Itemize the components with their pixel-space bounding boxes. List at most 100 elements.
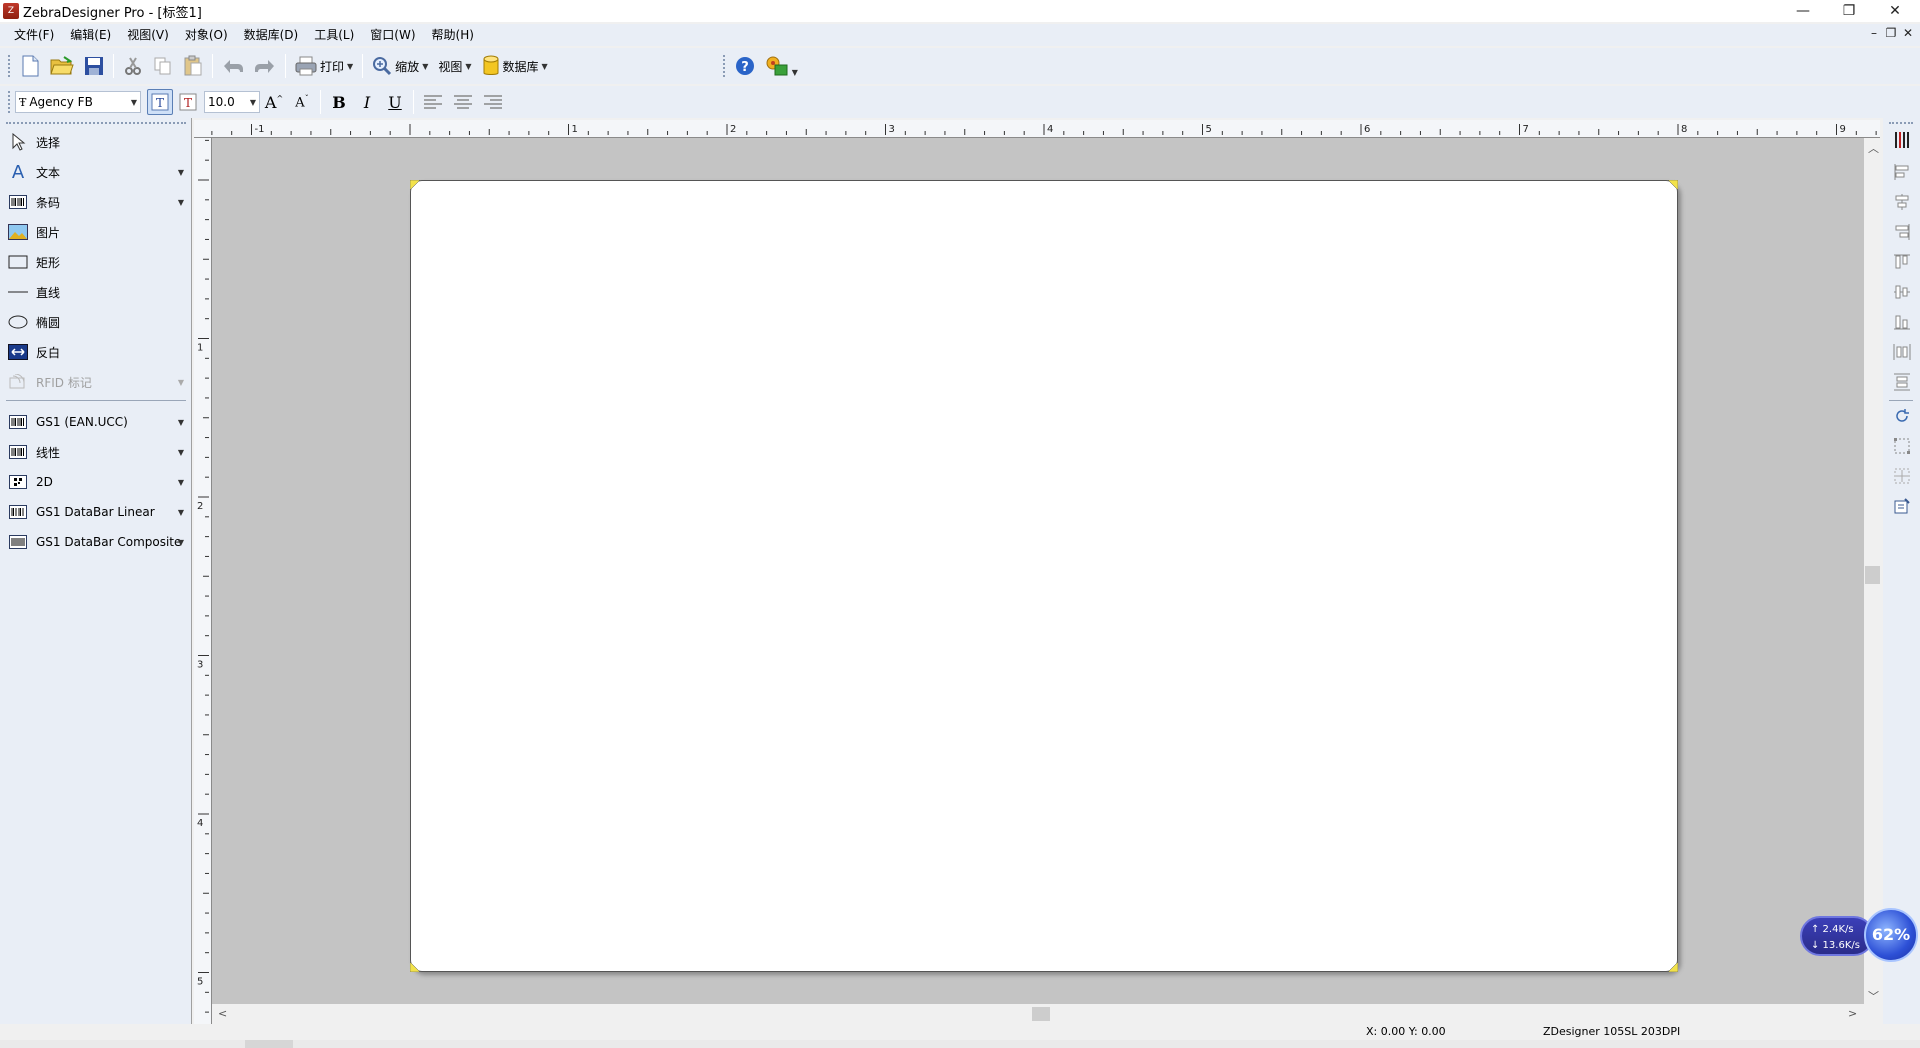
menu-help[interactable]: 帮助(H) — [424, 24, 482, 46]
restore-button[interactable]: ❐ — [1826, 0, 1872, 22]
save-button[interactable] — [80, 53, 108, 79]
properties-button[interactable] — [1892, 496, 1912, 516]
italic-button[interactable]: I — [354, 89, 380, 115]
barcode-gs1-databar-linear[interactable]: GS1 DataBar Linear ▼ — [4, 498, 188, 526]
cut-button[interactable] — [119, 53, 147, 79]
scroll-up-icon[interactable]: ︿ — [1868, 140, 1879, 156]
tool-picture[interactable]: 图片 — [4, 218, 188, 246]
menu-object[interactable]: 对象(O) — [177, 24, 236, 46]
text-a-icon: A — [11, 161, 25, 183]
mdi-restore-button[interactable]: ❐ — [1883, 26, 1899, 40]
align-left-button[interactable] — [419, 89, 447, 115]
tool-select[interactable]: 选择 — [4, 128, 188, 156]
font-select[interactable]: Ŧ Agency FB ▼ — [15, 91, 141, 113]
menu-file[interactable]: 文件(F) — [6, 24, 62, 46]
tool-rectangle[interactable]: 矩形 — [4, 248, 188, 276]
design-canvas[interactable] — [212, 138, 1864, 1004]
distribute-horizontal-button[interactable] — [1892, 342, 1912, 362]
memory-usage-ball[interactable]: 62% — [1864, 908, 1918, 962]
new-button[interactable] — [16, 53, 44, 79]
align-right-button[interactable] — [479, 89, 507, 115]
chevron-down-icon[interactable]: ▼ — [178, 508, 184, 517]
chevron-down-icon[interactable]: ▼ — [178, 538, 184, 547]
menu-edit[interactable]: 编辑(E) — [62, 24, 119, 46]
horizontal-scrollbar[interactable]: < > — [212, 1004, 1864, 1024]
chevron-down-icon[interactable]: ▼ — [465, 62, 471, 71]
font-size-select[interactable]: 10.0 ▼ — [204, 91, 260, 113]
chevron-down-icon[interactable]: ▼ — [178, 168, 184, 177]
open-button[interactable] — [46, 53, 78, 79]
align-horizontal-center-button[interactable] — [1892, 192, 1912, 212]
align-top-edges-button[interactable] — [1892, 252, 1912, 272]
network-speed-widget[interactable]: ↑ 2.4K/s ↓ 13.6K/s 62% — [1800, 908, 1918, 962]
bold-button[interactable]: B — [326, 89, 352, 115]
align-bottom-edges-button[interactable] — [1892, 312, 1912, 332]
toolbar-grip[interactable] — [8, 55, 11, 77]
chevron-down-icon[interactable]: ▼ — [542, 62, 548, 71]
align-vertical-center-button[interactable] — [1892, 282, 1912, 302]
toolbar-grip[interactable] — [1889, 122, 1913, 124]
help-button[interactable]: ? — [731, 53, 759, 79]
barcode-gs1[interactable]: GS1 (EAN.UCC) ▼ — [4, 408, 188, 436]
toolbar-grip[interactable] — [722, 55, 726, 77]
toolbar-grip[interactable] — [8, 91, 11, 113]
scroll-right-icon[interactable]: > — [1848, 1007, 1857, 1020]
copy-button[interactable] — [149, 53, 177, 79]
addins-button[interactable]: ▼ — [761, 53, 802, 79]
chevron-down-icon[interactable]: ▼ — [178, 478, 184, 487]
tool-text[interactable]: A 文本 ▼ — [4, 158, 188, 186]
object-list-button[interactable] — [1892, 130, 1912, 150]
print-button[interactable]: 打印 ▼ — [291, 53, 357, 79]
printer-font-toggle[interactable]: T — [147, 89, 173, 115]
chevron-down-icon[interactable]: ▼ — [178, 448, 184, 457]
toolbox-grip[interactable] — [6, 122, 186, 125]
label-sheet[interactable] — [410, 180, 1678, 972]
ungroup-button[interactable] — [1892, 466, 1912, 486]
distribute-vertical-button[interactable] — [1892, 372, 1912, 392]
database-button[interactable]: 数据库 ▼ — [478, 53, 552, 79]
menu-tools[interactable]: 工具(L) — [306, 24, 362, 46]
tool-barcode[interactable]: 条码 ▼ — [4, 188, 188, 216]
mdi-close-button[interactable]: ✕ — [1900, 26, 1916, 40]
mdi-minimize-button[interactable]: – — [1866, 26, 1882, 40]
minimize-button[interactable]: — — [1780, 0, 1826, 22]
zoom-button[interactable]: 缩放 ▼ — [368, 53, 432, 79]
close-button[interactable]: ✕ — [1872, 0, 1918, 22]
align-center-button[interactable] — [449, 89, 477, 115]
tool-inverse[interactable]: 反白 — [4, 338, 188, 366]
decrease-font-button[interactable]: Aˇ — [289, 89, 315, 115]
redo-button[interactable] — [250, 53, 280, 79]
chevron-down-icon[interactable]: ▼ — [178, 198, 184, 207]
chevron-down-icon[interactable]: ▼ — [347, 62, 353, 71]
barcode-gs1-databar-composite[interactable]: GS1 DataBar Composite ▼ — [4, 528, 188, 556]
barcode-2d[interactable]: 2D ▼ — [4, 468, 188, 496]
increase-font-button[interactable]: A^ — [261, 89, 287, 115]
chevron-down-icon[interactable]: ▼ — [131, 98, 137, 107]
scroll-left-icon[interactable]: < — [218, 1007, 227, 1020]
horizontal-scroll-thumb[interactable] — [1032, 1007, 1050, 1021]
align-left-edges-button[interactable] — [1892, 162, 1912, 182]
undo-button[interactable] — [218, 53, 248, 79]
menu-database[interactable]: 数据库(D) — [236, 24, 307, 46]
zebra-app-icon[interactable]: Z — [3, 3, 19, 19]
chevron-down-icon[interactable]: ▼ — [250, 98, 256, 107]
chevron-down-icon[interactable]: ▼ — [792, 68, 798, 77]
align-right-edges-button[interactable] — [1892, 222, 1912, 242]
menu-window[interactable]: 窗口(W) — [362, 24, 423, 46]
view-button[interactable]: 视图 ▼ — [434, 53, 475, 79]
tool-ellipse[interactable]: 椭圆 — [4, 308, 188, 336]
windows-font-toggle[interactable]: T — [175, 89, 201, 115]
menu-view[interactable]: 视图(V) — [119, 24, 177, 46]
tool-line[interactable]: 直线 — [4, 278, 188, 306]
tool-rfid[interactable]: RFID 标记 ▼ — [4, 368, 188, 396]
barcode-linear[interactable]: 线性 ▼ — [4, 438, 188, 466]
scroll-down-icon[interactable]: ﹀ — [1868, 988, 1879, 1004]
group-button[interactable] — [1892, 436, 1912, 456]
chevron-down-icon[interactable]: ▼ — [422, 62, 428, 71]
chevron-down-icon[interactable]: ▼ — [178, 418, 184, 427]
vertical-scroll-thumb[interactable] — [1865, 566, 1880, 584]
paste-button[interactable] — [179, 53, 207, 79]
rotate-button[interactable] — [1892, 406, 1912, 426]
vertical-scrollbar[interactable]: ︿ ﹀ — [1864, 138, 1881, 1004]
underline-button[interactable]: U — [382, 89, 408, 115]
